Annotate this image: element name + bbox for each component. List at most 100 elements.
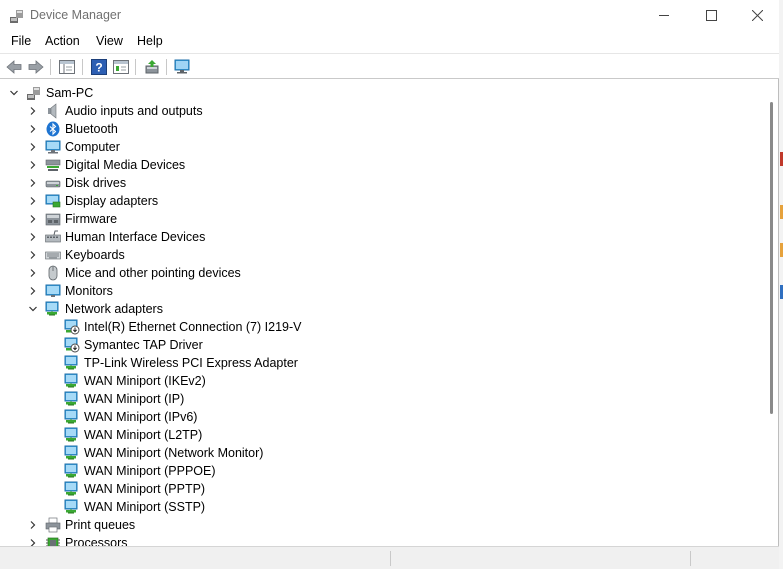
bluetooth-icon — [46, 121, 60, 137]
scan-for-hardware-changes-button[interactable] — [174, 58, 192, 76]
tree-device-wan-network-monitor[interactable]: WAN Miniport (Network Monitor) — [0, 444, 760, 462]
chevron-right-icon[interactable] — [27, 159, 39, 171]
tree-category-mice[interactable]: Mice and other pointing devices — [0, 264, 760, 282]
tree-category-label: Computer — [65, 140, 120, 154]
status-separator — [390, 551, 391, 566]
display-adapter-icon — [45, 194, 61, 208]
tree-category-disk-drives[interactable]: Disk drives — [0, 174, 760, 192]
network-disabled-icon — [64, 319, 80, 335]
device-manager-window: Device Manager File Action View Help ? S… — [0, 0, 779, 569]
tree-category-label: Keyboards — [65, 248, 125, 262]
chevron-right-icon[interactable] — [27, 249, 39, 261]
maximize-button[interactable] — [688, 0, 734, 31]
network-adapter-icon — [64, 373, 78, 388]
tree-device-label: WAN Miniport (PPTP) — [84, 482, 206, 496]
tree-device-label: WAN Miniport (IKEv2) — [84, 374, 206, 388]
title-bar[interactable]: Device Manager — [0, 0, 779, 31]
tree-category-label: Display adapters — [65, 194, 159, 208]
properties-button[interactable] — [112, 58, 130, 76]
network-adapter-icon — [64, 355, 78, 370]
tree-category-processors[interactable]: Processors — [0, 534, 760, 546]
minimize-button[interactable] — [641, 0, 687, 31]
status-bar — [0, 546, 779, 569]
tree-device-wan-ikev2[interactable]: WAN Miniport (IKEv2) — [0, 372, 760, 390]
scrollbar-thumb[interactable] — [770, 102, 773, 414]
chevron-right-icon[interactable] — [27, 105, 39, 117]
tree-category-keyboards[interactable]: Keyboards — [0, 246, 760, 264]
network-disabled-icon — [64, 337, 80, 353]
chevron-right-icon[interactable] — [27, 267, 39, 279]
tree-device-symantec-tap[interactable]: Symantec TAP Driver — [0, 336, 760, 354]
tree-device-intel-ethernet[interactable]: Intel(R) Ethernet Connection (7) I219-V — [0, 318, 760, 336]
monitor-icon — [45, 284, 61, 297]
tree-category-network-adapters[interactable]: Network adapters — [0, 300, 760, 318]
chevron-right-icon[interactable] — [27, 231, 39, 243]
forward-icon — [28, 60, 44, 74]
toolbar-separator — [82, 59, 83, 75]
tree-category-label: Audio inputs and outputs — [65, 104, 203, 118]
menu-help[interactable]: Help — [137, 34, 163, 48]
tree-device-wan-l2tp[interactable]: WAN Miniport (L2TP) — [0, 426, 760, 444]
tree-category-print-queues[interactable]: Print queues — [0, 516, 760, 534]
maximize-icon — [705, 10, 717, 21]
tree-category-bluetooth[interactable]: Bluetooth — [0, 120, 760, 138]
tree-device-label: WAN Miniport (PPPOE) — [84, 464, 216, 478]
show-hide-console-tree-button[interactable] — [58, 58, 76, 76]
close-icon — [751, 10, 763, 21]
printer-icon — [45, 517, 61, 533]
menu-file[interactable]: File — [11, 34, 31, 48]
chevron-down-icon[interactable] — [8, 87, 20, 99]
chevron-right-icon[interactable] — [27, 141, 39, 153]
tree-category-label: Firmware — [65, 212, 118, 226]
network-adapter-icon — [64, 427, 78, 442]
tree-category-audio[interactable]: Audio inputs and outputs — [0, 102, 760, 120]
menu-action[interactable]: Action — [45, 34, 80, 48]
network-adapter-icon — [64, 391, 78, 406]
update-driver-button[interactable] — [143, 58, 161, 76]
tree-category-display-adapters[interactable]: Display adapters — [0, 192, 760, 210]
chevron-right-icon[interactable] — [27, 123, 39, 135]
close-button[interactable] — [734, 0, 780, 31]
tree-device-wan-pptp[interactable]: WAN Miniport (PPTP) — [0, 480, 760, 498]
menu-bar: File Action View Help — [0, 31, 779, 53]
tree-device-label: WAN Miniport (Network Monitor) — [84, 446, 264, 460]
tree-category-label: Human Interface Devices — [65, 230, 206, 244]
tree-device-wan-ip[interactable]: WAN Miniport (IP) — [0, 390, 760, 408]
tree-category-digital-media[interactable]: Digital Media Devices — [0, 156, 760, 174]
chevron-right-icon[interactable] — [27, 537, 39, 546]
minimize-icon — [658, 15, 669, 16]
device-tree[interactable]: Sam-PC Audio inputs and outputs Bluetoot… — [0, 84, 767, 546]
tree-device-wan-ipv6[interactable]: WAN Miniport (IPv6) — [0, 408, 760, 426]
forward-button[interactable] — [27, 58, 45, 76]
network-adapter-icon — [64, 445, 78, 460]
tree-device-wan-sstp[interactable]: WAN Miniport (SSTP) — [0, 498, 760, 516]
chevron-right-icon[interactable] — [27, 177, 39, 189]
tree-category-monitors[interactable]: Monitors — [0, 282, 760, 300]
device-manager-app-icon — [10, 10, 23, 23]
tree-category-firmware[interactable]: Firmware — [0, 210, 760, 228]
chevron-right-icon[interactable] — [27, 213, 39, 225]
network-adapter-icon — [64, 409, 78, 424]
vertical-scrollbar[interactable] — [767, 84, 777, 546]
chevron-down-icon[interactable] — [27, 303, 39, 315]
tree-device-label: Intel(R) Ethernet Connection (7) I219-V — [84, 320, 302, 334]
tree-root[interactable]: Sam-PC — [0, 84, 760, 102]
tree-category-hid[interactable]: Human Interface Devices — [0, 228, 760, 246]
show-hide-tree-icon — [59, 60, 75, 74]
processor-icon — [46, 537, 60, 546]
chevron-right-icon[interactable] — [27, 519, 39, 531]
network-adapter-icon — [64, 499, 78, 514]
network-adapter-icon — [64, 481, 78, 496]
tree-category-computer[interactable]: Computer — [0, 138, 760, 156]
toolbar-separator — [50, 59, 51, 75]
disk-drive-icon — [45, 180, 61, 188]
window-title: Device Manager — [30, 8, 122, 22]
svg-text:?: ? — [95, 61, 102, 75]
menu-view[interactable]: View — [96, 34, 123, 48]
back-button[interactable] — [5, 58, 23, 76]
tree-device-tplink-wireless[interactable]: TP-Link Wireless PCI Express Adapter — [0, 354, 760, 372]
tree-device-wan-pppoe[interactable]: WAN Miniport (PPPOE) — [0, 462, 760, 480]
chevron-right-icon[interactable] — [27, 195, 39, 207]
help-button[interactable]: ? — [90, 58, 108, 76]
chevron-right-icon[interactable] — [27, 285, 39, 297]
